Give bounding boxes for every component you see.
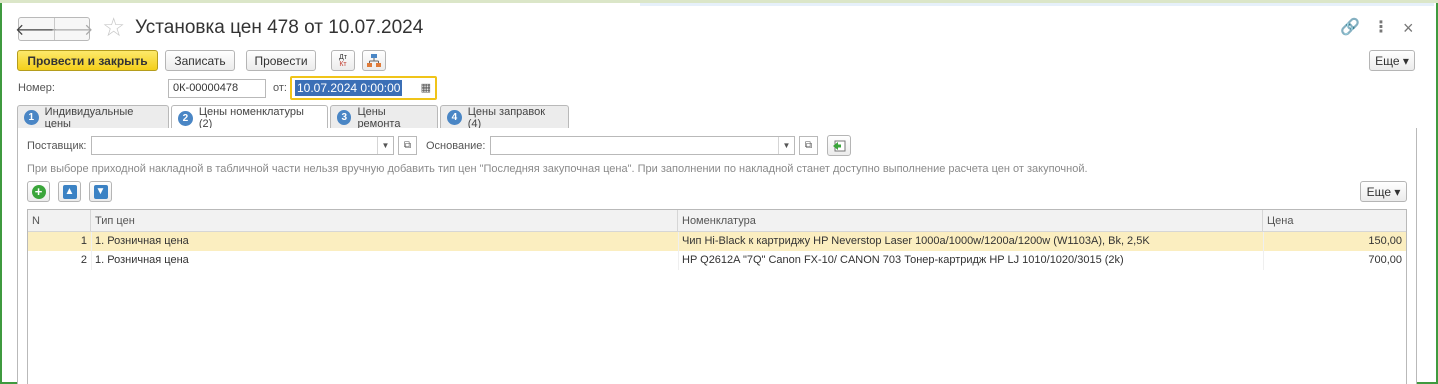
- basis-label: Основание:: [426, 140, 486, 152]
- tab-number-badge: 4: [447, 110, 462, 125]
- close-icon[interactable]: ×: [1403, 18, 1414, 38]
- forward-button[interactable]: 🡒: [51, 18, 93, 40]
- top-strip-right: [640, 3, 1434, 6]
- column-divider: [91, 232, 92, 270]
- dt-kt-button[interactable]: Дт Кт: [331, 50, 355, 71]
- add-row-button[interactable]: +: [27, 181, 50, 202]
- save-button[interactable]: Записать: [165, 50, 235, 71]
- back-button[interactable]: 🡐: [15, 18, 58, 40]
- tab-individual-prices[interactable]: 1 Индивидуальные цены: [17, 105, 169, 130]
- chevron-down-icon[interactable]: ▼: [377, 137, 393, 154]
- date-value: 10.07.2024 0:00:00: [295, 80, 403, 96]
- row-item: HP Q2612A "7Q" Canon FX-10/ CANON 703 То…: [682, 254, 1124, 266]
- link-icon[interactable]: 🔗: [1340, 18, 1360, 38]
- table-header: N Тип цен Номенклатура Цена: [28, 210, 1406, 232]
- move-up-button[interactable]: ▲: [58, 181, 81, 202]
- tab-number-badge: 1: [24, 110, 39, 125]
- navigation-group: 🡐 🡒: [15, 17, 93, 41]
- page-title: Установка цен 478 от 10.07.2024: [135, 17, 424, 38]
- basis-open-button[interactable]: ⧉: [799, 136, 818, 155]
- tab-label: Цены заправок (4): [467, 105, 546, 130]
- row-price-type: 1. Розничная цена: [95, 254, 189, 266]
- table-row[interactable]: 1 1. Розничная цена Чип Hi-Black к картр…: [28, 232, 1406, 251]
- open-window-icon: ⧉: [403, 140, 412, 151]
- date-label: от:: [273, 82, 287, 94]
- number-field[interactable]: 0К-00000478: [168, 79, 266, 98]
- column-divider: [1263, 232, 1264, 270]
- column-header-price[interactable]: Цена: [1263, 210, 1406, 232]
- dt-kt-icon: Дт Кт: [339, 53, 347, 68]
- column-header-item[interactable]: Номенклатура: [678, 210, 1263, 232]
- fill-icon: [833, 140, 846, 151]
- arrow-up-icon: ▲: [62, 184, 77, 199]
- tab-number-badge: 3: [337, 110, 352, 125]
- tab-refill-prices[interactable]: 4 Цены заправок (4): [440, 105, 569, 130]
- tab-item-prices[interactable]: 2 Цены номенклатуры (2): [171, 105, 328, 130]
- supplier-label: Поставщик:: [27, 140, 87, 152]
- supplier-select[interactable]: ▼: [91, 136, 394, 155]
- move-down-button[interactable]: ▼: [89, 181, 112, 202]
- hierarchy-icon: [367, 53, 381, 67]
- column-header-n[interactable]: N: [28, 210, 91, 232]
- basis-select[interactable]: ▼: [490, 136, 795, 155]
- tab-number-badge: 2: [178, 110, 193, 126]
- post-and-close-button[interactable]: Провести и закрыть: [17, 50, 158, 71]
- arrow-down-icon: ▼: [93, 184, 108, 199]
- tab-label: Индивидуальные цены: [44, 105, 134, 130]
- table-row[interactable]: 2 1. Розничная цена HP Q2612A "7Q" Canon…: [28, 251, 1406, 270]
- chevron-down-icon[interactable]: ▼: [778, 137, 794, 154]
- more-actions-icon[interactable]: ⋮: [1373, 18, 1389, 38]
- more-button[interactable]: Еще ▾: [1369, 50, 1415, 71]
- post-button[interactable]: Провести: [246, 50, 316, 71]
- row-number: 2: [80, 254, 87, 266]
- structure-button[interactable]: [362, 50, 386, 71]
- date-field[interactable]: 10.07.2024 0:00:00 ▦: [290, 76, 437, 100]
- tab-label: Цены номенклатуры (2): [198, 106, 304, 130]
- row-price-type: 1. Розничная цена: [95, 235, 189, 247]
- row-price: 150,00: [1368, 235, 1402, 247]
- row-number: 1: [80, 235, 87, 247]
- row-price: 700,00: [1368, 254, 1402, 266]
- hint-text: При выборе приходной накладной в табличн…: [27, 163, 1088, 175]
- row-item: Чип Hi-Black к картриджу HP Neverstop La…: [682, 235, 1150, 247]
- prices-table: N Тип цен Номенклатура Цена 1 1. Розничн…: [27, 209, 1407, 384]
- fill-from-basis-button[interactable]: [827, 135, 851, 156]
- column-header-price-type[interactable]: Тип цен: [91, 210, 678, 232]
- tab-label: Цены ремонта: [357, 105, 401, 130]
- column-divider: [678, 232, 679, 270]
- calendar-icon[interactable]: ▦: [421, 81, 431, 94]
- open-window-icon: ⧉: [804, 140, 813, 151]
- favorite-star-icon[interactable]: ☆: [102, 14, 125, 40]
- table-more-button[interactable]: Еще ▾: [1360, 181, 1407, 202]
- add-icon: +: [31, 184, 46, 199]
- supplier-open-button[interactable]: ⧉: [398, 136, 417, 155]
- number-label: Номер:: [18, 82, 55, 94]
- tab-repair-prices[interactable]: 3 Цены ремонта: [330, 105, 438, 130]
